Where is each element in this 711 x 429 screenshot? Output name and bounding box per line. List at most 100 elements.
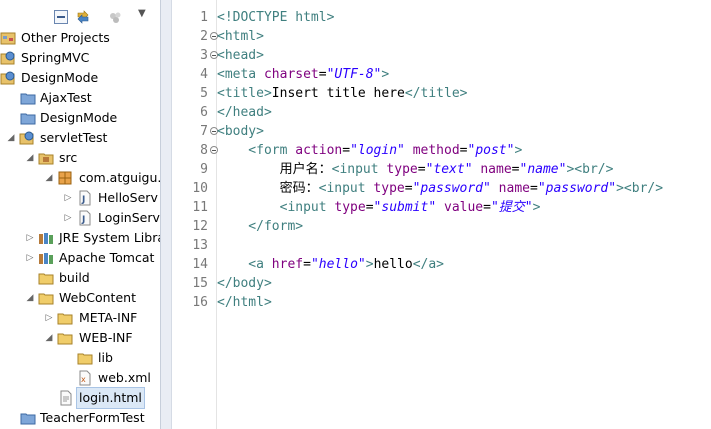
tree-item-web-inf[interactable]: ◢ WEB-INF: [0, 328, 160, 348]
collapsed-arrow-icon[interactable]: ▷: [25, 248, 35, 268]
code-token: 密码：: [217, 181, 319, 196]
code-token: ><br/>: [566, 162, 614, 177]
code-line[interactable]: <!DOCTYPE html>: [217, 8, 334, 27]
code-line[interactable]: <a href="hello">hello</a>: [217, 255, 444, 274]
code-token: type: [334, 200, 366, 215]
code-token: "password": [537, 181, 617, 196]
code-line[interactable]: 用户名：<input type="text" name="name"><br/>: [217, 160, 614, 179]
code-line[interactable]: <head>: [217, 46, 264, 65]
line-number: 4: [184, 65, 214, 84]
expanded-arrow-icon[interactable]: ◢: [6, 128, 16, 148]
code-token: >: [381, 67, 390, 82]
tree-item-lib[interactable]: lib: [0, 348, 160, 368]
tree-item-teacherformtest[interactable]: TeacherFormTest: [0, 408, 160, 428]
java-file-icon: J: [77, 190, 93, 206]
projects-group-icon: [0, 30, 16, 46]
pane-divider[interactable]: [160, 0, 172, 429]
code-token: "text": [425, 162, 473, 177]
code-line[interactable]: <meta charset="UTF-8">: [217, 65, 389, 84]
code-token: </body>: [217, 276, 272, 291]
tree-item-build[interactable]: build: [0, 268, 160, 288]
code-token: <body>: [217, 124, 264, 139]
line-number: 12: [184, 217, 214, 236]
folder-icon: [38, 290, 54, 306]
project-tree: Other Projects SpringMVC DesignMode Ajax…: [0, 0, 160, 429]
code-token: =: [342, 143, 351, 158]
code-token: type: [373, 181, 405, 196]
line-number: 5: [184, 84, 214, 103]
code-token: type: [386, 162, 418, 177]
line-number: 9: [184, 160, 214, 179]
expanded-arrow-icon[interactable]: ◢: [44, 168, 54, 188]
code-editor[interactable]: 1 2 3 4 5 6 7 8 9 10 11 12 13 14 15 16 <!DOCTYPE html> <…: [172, 0, 711, 429]
code-line[interactable]: </form>: [217, 217, 303, 236]
code-line[interactable]: </head>: [217, 103, 272, 122]
code-area[interactable]: <!DOCTYPE html> <html> <head> <meta charset…: [217, 0, 711, 429]
code-token: Insert title here: [271, 86, 405, 101]
web-project-icon: [0, 70, 16, 86]
line-number-text: 1: [200, 10, 208, 25]
line-number-text: 11: [192, 200, 208, 215]
tree-item-meta-inf[interactable]: ▷ META-INF: [0, 308, 160, 328]
tree-item-servlettest[interactable]: ◢ servletTest: [0, 128, 160, 148]
code-line[interactable]: </body>: [217, 274, 272, 293]
tree-item-package[interactable]: ◢ com.atguigu.: [0, 168, 160, 188]
tree-item-helloservlet[interactable]: ▷ J HelloServ: [0, 188, 160, 208]
code-line[interactable]: <html>: [217, 27, 264, 46]
code-line[interactable]: <input type="submit" value="提交">: [217, 198, 541, 217]
java-file-icon: J: [77, 210, 93, 226]
code-token: </a>: [412, 257, 445, 272]
library-icon: [38, 250, 54, 266]
code-token: <input: [217, 200, 335, 215]
code-token: <!DOCTYPE html>: [217, 10, 335, 25]
collapsed-arrow-icon[interactable]: ▷: [44, 308, 54, 328]
html-file-icon: [58, 390, 74, 406]
code-token: </form>: [217, 219, 304, 234]
code-token: <meta: [217, 67, 264, 82]
svg-text:x: x: [81, 375, 86, 384]
code-token: "submit": [373, 200, 437, 215]
line-number: 16: [184, 293, 214, 312]
line-number: 14: [184, 255, 214, 274]
line-number-text: 9: [200, 162, 208, 177]
code-line[interactable]: <form action="login" method="post">: [217, 141, 522, 160]
expanded-arrow-icon[interactable]: ◢: [44, 328, 54, 348]
collapsed-arrow-icon[interactable]: ▷: [25, 228, 35, 248]
code-line[interactable]: <title>Insert title here</title>: [217, 84, 467, 103]
code-line[interactable]: </html>: [217, 293, 272, 312]
code-token: </title>: [404, 86, 468, 101]
tree-item-loginservlet[interactable]: ▷ J LoginServ: [0, 208, 160, 228]
code-token: action: [295, 143, 343, 158]
expanded-arrow-icon[interactable]: ◢: [25, 288, 35, 308]
code-token: "hello": [310, 257, 366, 272]
tree-item-src[interactable]: ◢ src: [0, 148, 160, 168]
tree-item-designmode-closed[interactable]: DesignMode: [0, 108, 160, 128]
code-line[interactable]: <body>: [217, 122, 264, 141]
folder-icon: [77, 350, 93, 366]
tree-item-webcontent[interactable]: ◢ WebContent: [0, 288, 160, 308]
line-number: 13: [184, 236, 214, 255]
tree-item-login-html[interactable]: login.html: [0, 387, 160, 409]
code-token: hello: [373, 257, 413, 272]
tree-item-designmode[interactable]: DesignMode: [0, 68, 160, 88]
code-token: 用户名：: [217, 162, 332, 177]
tree-item-springmvc[interactable]: SpringMVC: [0, 48, 160, 68]
line-number-text: 14: [192, 257, 208, 272]
tree-item-apache-tomcat[interactable]: ▷ Apache Tomcat: [0, 248, 160, 268]
code-token: >: [532, 200, 541, 215]
tree-item-other-projects[interactable]: Other Projects: [0, 28, 160, 48]
collapsed-arrow-icon[interactable]: ▷: [63, 208, 73, 228]
tree-item-ajaxtest[interactable]: AjaxTest: [0, 88, 160, 108]
tree-item-web-xml[interactable]: x web.xml: [0, 368, 160, 388]
code-token: >: [365, 257, 374, 272]
expanded-arrow-icon[interactable]: ◢: [25, 148, 35, 168]
line-number: 15: [184, 274, 214, 293]
code-token: "name": [519, 162, 567, 177]
line-number: 8: [184, 141, 218, 160]
code-line[interactable]: 密码：<input type="password" name="password…: [217, 179, 663, 198]
collapsed-arrow-icon[interactable]: ▷: [63, 188, 73, 208]
line-number-text: 16: [192, 295, 208, 310]
tree-item-jre-library[interactable]: ▷ JRE System Libra: [0, 228, 160, 248]
